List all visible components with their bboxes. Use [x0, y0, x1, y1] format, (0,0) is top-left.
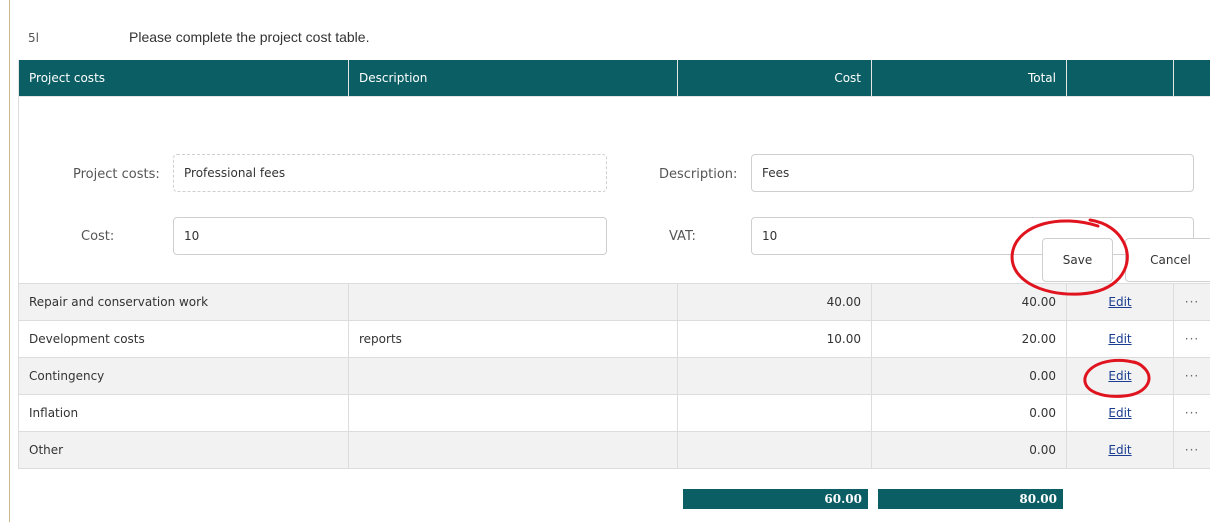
more-options-icon[interactable]: ··· — [1173, 320, 1210, 358]
table-row: Contingency 0.00 Edit ··· — [18, 357, 1210, 395]
row-description — [348, 431, 678, 469]
question-number: 5l — [28, 31, 39, 45]
grand-total: 80.00 — [878, 489, 1063, 509]
header-description: Description — [348, 60, 678, 97]
row-description — [348, 394, 678, 432]
project-cost-table: Project costs Description Cost Total Pro… — [18, 60, 1210, 469]
more-options-icon[interactable]: ··· — [1173, 431, 1210, 469]
row-edit-cell: Edit — [1066, 320, 1174, 358]
project-costs-label: Project costs: — [73, 167, 160, 182]
cost-total: 60.00 — [683, 489, 868, 509]
save-button[interactable]: Save — [1042, 238, 1113, 282]
left-margin-rule — [9, 0, 10, 522]
edit-link[interactable]: Edit — [1108, 369, 1131, 383]
row-description — [348, 357, 678, 395]
row-total: 0.00 — [871, 394, 1067, 432]
row-cost: 10.00 — [677, 320, 872, 358]
edit-link[interactable]: Edit — [1108, 406, 1131, 420]
row-project: Contingency — [18, 357, 349, 395]
cost-label: Cost: — [81, 229, 115, 244]
description-label: Description: — [659, 167, 738, 182]
row-cost — [677, 357, 872, 395]
table-row: Other 0.00 Edit ··· — [18, 431, 1210, 469]
row-project: Repair and conservation work — [18, 283, 349, 321]
description-input[interactable] — [751, 154, 1194, 192]
table-row: Repair and conservation work 40.00 40.00… — [18, 283, 1210, 321]
row-edit-cell: Edit — [1066, 431, 1174, 469]
row-total: 0.00 — [871, 357, 1067, 395]
table-row: Inflation 0.00 Edit ··· — [18, 394, 1210, 432]
edit-form-row: Project costs: Description: Cost: VAT: — [18, 96, 1210, 284]
more-options-icon[interactable]: ··· — [1173, 283, 1210, 321]
edit-link[interactable]: Edit — [1108, 295, 1131, 309]
edit-form: Project costs: Description: Cost: VAT: — [20, 98, 1210, 283]
cancel-button[interactable]: Cancel — [1125, 238, 1210, 282]
vat-label: VAT: — [669, 229, 696, 244]
project-costs-input[interactable] — [173, 154, 607, 192]
more-options-icon[interactable]: ··· — [1173, 357, 1210, 395]
row-edit-cell: Edit — [1066, 357, 1174, 395]
header-total: Total — [871, 60, 1067, 97]
row-cost: 40.00 — [677, 283, 872, 321]
question-text: Please complete the project cost table. — [129, 29, 370, 45]
edit-link[interactable]: Edit — [1108, 443, 1131, 457]
row-total: 20.00 — [871, 320, 1067, 358]
header-more — [1173, 60, 1210, 97]
more-options-icon[interactable]: ··· — [1173, 394, 1210, 432]
row-total: 0.00 — [871, 431, 1067, 469]
row-project: Inflation — [18, 394, 349, 432]
row-edit-cell: Edit — [1066, 283, 1174, 321]
header-cost: Cost — [677, 60, 872, 97]
row-edit-cell: Edit — [1066, 394, 1174, 432]
row-project: Development costs — [18, 320, 349, 358]
header-actions — [1066, 60, 1174, 97]
row-total: 40.00 — [871, 283, 1067, 321]
row-description — [348, 283, 678, 321]
table-header-row: Project costs Description Cost Total — [18, 60, 1210, 97]
row-description: reports — [348, 320, 678, 358]
edit-link[interactable]: Edit — [1108, 332, 1131, 346]
row-cost — [677, 394, 872, 432]
cost-input[interactable] — [173, 217, 607, 255]
row-cost — [677, 431, 872, 469]
table-row: Development costs reports 10.00 20.00 Ed… — [18, 320, 1210, 358]
row-project: Other — [18, 431, 349, 469]
header-project-costs: Project costs — [18, 60, 349, 97]
